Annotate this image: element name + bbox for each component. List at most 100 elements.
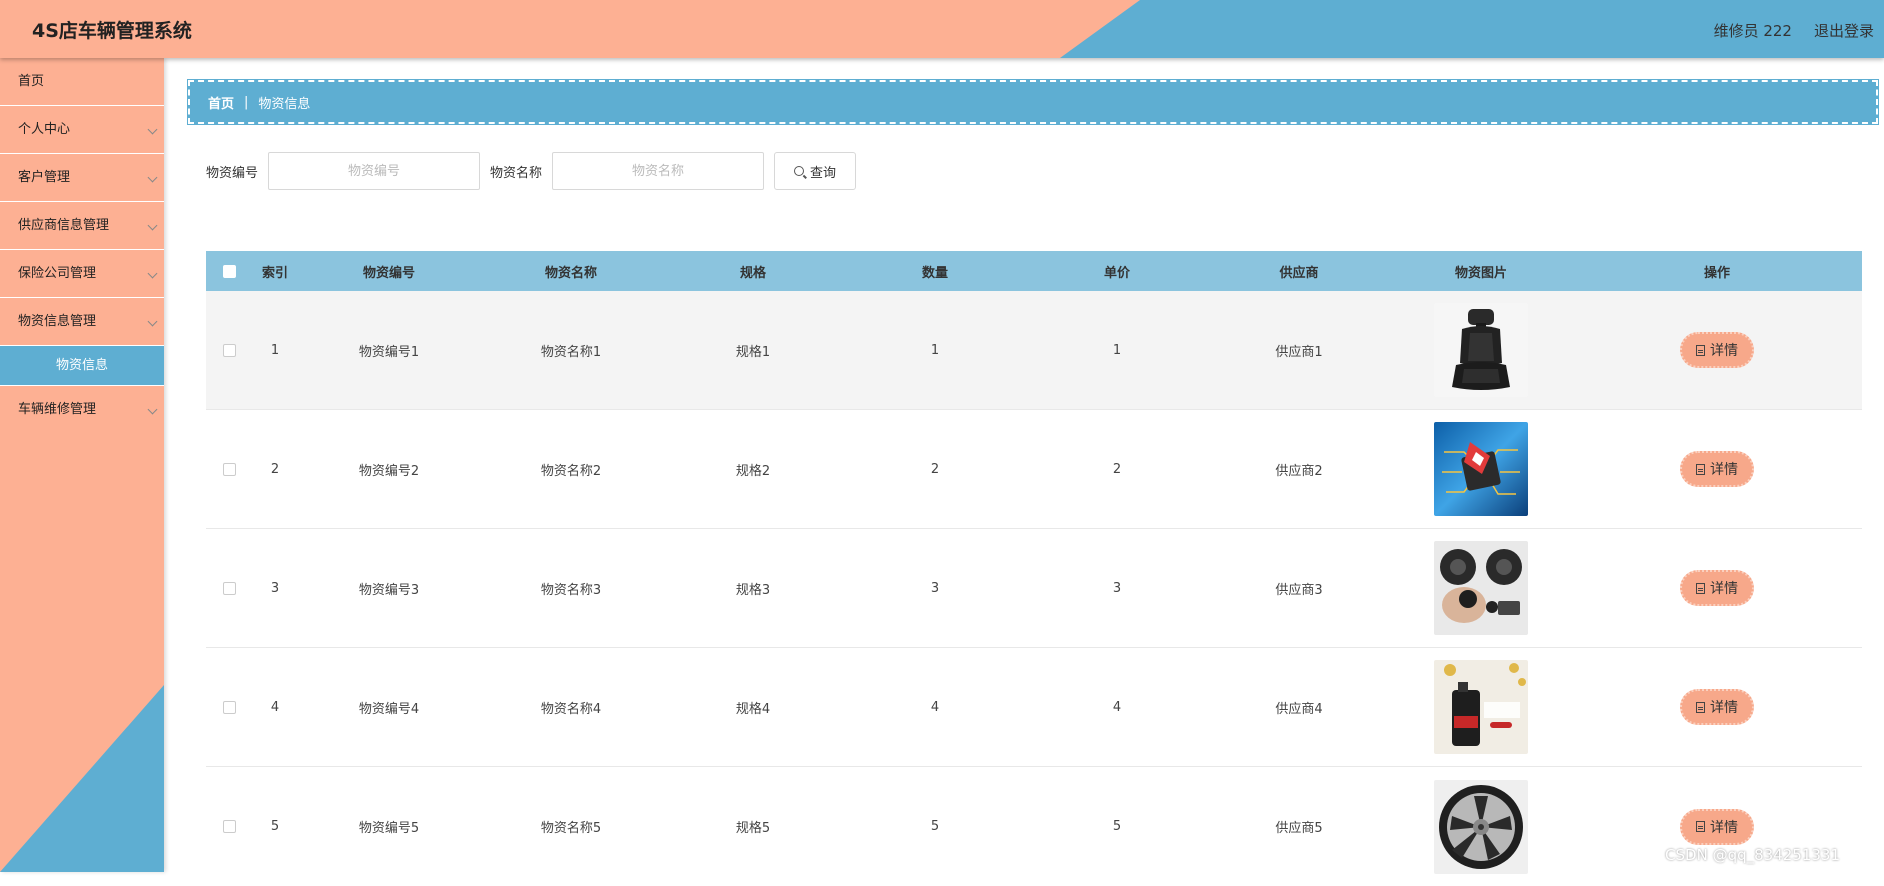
chevron-down-icon <box>148 269 158 279</box>
cell-actions: 详情 <box>1572 451 1862 487</box>
search-bar: 物资编号 物资名称 查询 <box>206 152 856 190</box>
sidebar-item-repairs[interactable]: 车辆维修管理 <box>0 386 164 434</box>
column-header: 规格 <box>662 262 844 281</box>
chevron-down-icon <box>148 221 158 231</box>
detail-button[interactable]: 详情 <box>1680 689 1754 725</box>
cell-qty: 3 <box>844 581 1026 596</box>
sidebar-item-label: 供应商信息管理 <box>18 218 109 233</box>
cell-name: 物资名称5 <box>480 817 662 836</box>
cell-index: 4 <box>252 700 298 715</box>
cell-supplier: 供应商1 <box>1208 341 1390 360</box>
cell-spec: 规格4 <box>662 698 844 717</box>
document-icon <box>1696 345 1705 356</box>
select-all-cell <box>206 265 252 278</box>
table-row: 5 物资编号5 物资名称5 规格5 5 5 供应商5 <box>206 767 1862 886</box>
top-header: 4S店车辆管理系统 维修员 222 退出登录 <box>0 0 1884 58</box>
logout-link[interactable]: 退出登录 <box>1814 20 1874 41</box>
detail-button[interactable]: 详情 <box>1680 451 1754 487</box>
chip-image[interactable] <box>1434 422 1528 516</box>
detail-button-label: 详情 <box>1710 459 1738 479</box>
header-user-area: 维修员 222 退出登录 <box>1714 20 1874 41</box>
search-button-label: 查询 <box>810 162 836 181</box>
column-header: 单价 <box>1026 262 1208 281</box>
header-peach-band <box>0 0 1884 58</box>
row-checkbox[interactable] <box>223 701 236 714</box>
cell-price: 1 <box>1026 343 1208 358</box>
csdn-watermark: CSDN @qq_834251331 <box>1665 846 1840 864</box>
row-select-cell <box>206 463 252 476</box>
column-header: 物资编号 <box>298 262 480 281</box>
cell-spec: 规格1 <box>662 341 844 360</box>
breadcrumb: 首页 | 物资信息 <box>188 80 1878 124</box>
sidebar: 首页 个人中心 客户管理 供应商信息管理 保险公司管理 物资信息管理 物资信息 … <box>0 58 164 872</box>
detail-button-label: 详情 <box>1710 697 1738 717</box>
cell-supplier: 供应商5 <box>1208 817 1390 836</box>
engine-oil-image[interactable] <box>1434 660 1528 754</box>
detail-button-label: 详情 <box>1710 578 1738 598</box>
cell-spec: 规格2 <box>662 460 844 479</box>
app-title: 4S店车辆管理系统 <box>32 16 192 43</box>
cell-name: 物资名称2 <box>480 460 662 479</box>
sidebar-item-profile[interactable]: 个人中心 <box>0 106 164 154</box>
code-search-input[interactable] <box>268 152 480 190</box>
document-icon <box>1696 702 1705 713</box>
sidebar-item-insurance[interactable]: 保险公司管理 <box>0 250 164 298</box>
detail-button[interactable]: 详情 <box>1680 570 1754 606</box>
row-checkbox[interactable] <box>223 463 236 476</box>
sidebar-item-suppliers[interactable]: 供应商信息管理 <box>0 202 164 250</box>
car-seat-image[interactable] <box>1434 303 1528 397</box>
cell-price: 4 <box>1026 700 1208 715</box>
sidebar-item-materials[interactable]: 物资信息管理 <box>0 298 164 346</box>
detail-button[interactable]: 详情 <box>1680 809 1754 845</box>
cell-qty: 1 <box>844 343 1026 358</box>
sidebar-subitem-material-info[interactable]: 物资信息 <box>0 346 164 386</box>
row-checkbox[interactable] <box>223 582 236 595</box>
cell-actions: 详情 <box>1572 809 1862 845</box>
chevron-down-icon <box>148 173 158 183</box>
cell-code: 物资编号4 <box>298 698 480 717</box>
name-search-input[interactable] <box>552 152 764 190</box>
cell-index: 3 <box>252 581 298 596</box>
detail-button[interactable]: 详情 <box>1680 332 1754 368</box>
detail-button-label: 详情 <box>1710 817 1738 837</box>
cell-code: 物资编号2 <box>298 460 480 479</box>
wheel-rim-image[interactable] <box>1434 780 1528 874</box>
current-user[interactable]: 维修员 222 <box>1714 20 1792 41</box>
cell-actions: 详情 <box>1572 570 1862 606</box>
sidebar-item-label: 车辆维修管理 <box>18 402 96 417</box>
cell-image <box>1390 541 1572 635</box>
sidebar-item-label: 客户管理 <box>18 170 70 185</box>
chevron-down-icon <box>148 125 158 135</box>
search-button[interactable]: 查询 <box>774 152 856 190</box>
search-icon <box>794 166 804 176</box>
table-row: 2 物资编号2 物资名称2 规格2 2 2 供应商2 <box>206 410 1862 529</box>
cell-qty: 2 <box>844 462 1026 477</box>
table-row: 4 物资编号4 物资名称4 规格4 4 4 供应商4 <box>206 648 1862 767</box>
speakers-image[interactable] <box>1434 541 1528 635</box>
sidebar-item-label: 物资信息 <box>56 358 108 373</box>
row-checkbox[interactable] <box>223 344 236 357</box>
cell-image <box>1390 422 1572 516</box>
sidebar-item-customers[interactable]: 客户管理 <box>0 154 164 202</box>
chevron-down-icon <box>148 405 158 415</box>
cell-index: 5 <box>252 819 298 834</box>
document-icon <box>1696 583 1705 594</box>
row-checkbox[interactable] <box>223 820 236 833</box>
breadcrumb-separator: | <box>244 95 248 110</box>
sidebar-item-home[interactable]: 首页 <box>0 58 164 106</box>
document-icon <box>1696 464 1705 475</box>
cell-spec: 规格3 <box>662 579 844 598</box>
select-all-checkbox[interactable] <box>223 265 236 278</box>
breadcrumb-home[interactable]: 首页 <box>208 93 234 112</box>
column-header: 供应商 <box>1208 262 1390 281</box>
column-header: 物资图片 <box>1390 262 1572 281</box>
cell-name: 物资名称4 <box>480 698 662 717</box>
column-header: 操作 <box>1572 262 1862 281</box>
main-content: 首页 | 物资信息 物资编号 物资名称 查询 索引 物资编号 物资名称 规格 数… <box>164 58 1884 872</box>
cell-supplier: 供应商2 <box>1208 460 1390 479</box>
cell-supplier: 供应商4 <box>1208 698 1390 717</box>
cell-name: 物资名称1 <box>480 341 662 360</box>
row-select-cell <box>206 820 252 833</box>
cell-price: 5 <box>1026 819 1208 834</box>
detail-button-label: 详情 <box>1710 340 1738 360</box>
